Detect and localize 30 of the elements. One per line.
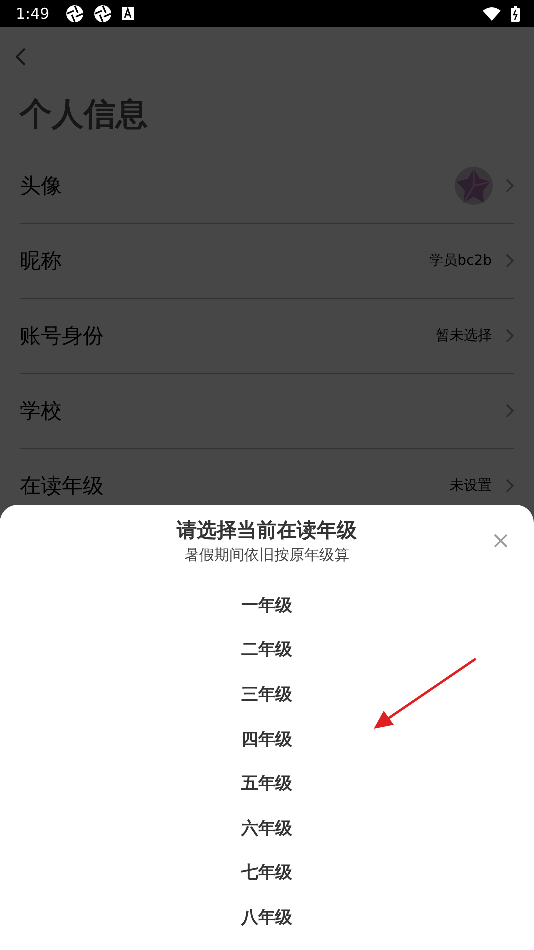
row-label: 昵称 (20, 248, 63, 275)
row-label: 学校 (20, 398, 63, 425)
grade-option[interactable]: 八年级 (242, 906, 292, 929)
grade-option[interactable]: 一年级 (242, 594, 292, 617)
sheet-title: 请选择当前在读年级 (177, 517, 357, 544)
grade-option[interactable]: 二年级 (242, 638, 292, 662)
grade-option[interactable]: 三年级 (242, 682, 292, 706)
row-value: 暂未选择 (436, 327, 492, 345)
row-label: 在读年级 (20, 473, 105, 500)
battery-icon (511, 6, 520, 22)
grade-option[interactable]: 五年级 (242, 772, 292, 796)
chevron-right-icon (506, 179, 514, 193)
chevron-right-icon (506, 254, 514, 268)
chevron-right-icon (506, 404, 514, 418)
font-icon (122, 7, 134, 20)
row-value: 未设置 (450, 477, 492, 495)
grade-option[interactable]: 六年级 (242, 816, 292, 840)
avatar-icon (454, 166, 494, 206)
aperture-icon (66, 4, 84, 22)
grade-option[interactable]: 四年级 (242, 728, 292, 751)
row-value: 学员bc2b (430, 252, 492, 270)
chevron-right-icon (506, 329, 514, 343)
chevron-right-icon (506, 479, 514, 493)
row-label: 账号身份 (20, 323, 105, 350)
sheet-subtitle: 暑假期间依旧按原年级算 (184, 546, 350, 565)
row-label: 头像 (20, 173, 63, 200)
grade-option[interactable]: 七年级 (242, 861, 292, 884)
wifi-icon (483, 6, 501, 20)
status-time: 1:49 (16, 4, 50, 22)
aperture-icon (94, 4, 112, 22)
